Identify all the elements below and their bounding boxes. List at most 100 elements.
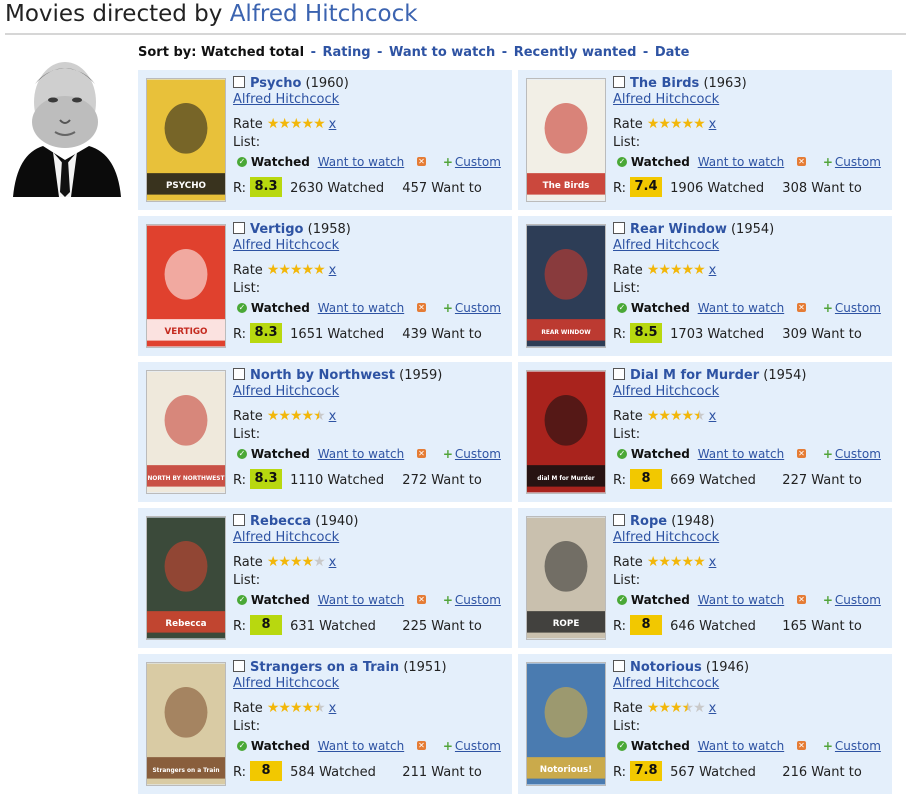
movie-director-link[interactable]: Alfred Hitchcock bbox=[233, 92, 339, 108]
star-filled-icon[interactable]: ★ bbox=[267, 116, 280, 132]
star-rating[interactable]: ★★★★★ bbox=[267, 554, 326, 570]
movie-title-link[interactable]: The Birds bbox=[630, 76, 699, 91]
movie-director-link[interactable]: Alfred Hitchcock bbox=[613, 92, 719, 108]
clear-rating-link[interactable]: x bbox=[329, 117, 337, 132]
watched-button[interactable]: Watched bbox=[631, 155, 690, 169]
star-half-icon[interactable]: ★ bbox=[313, 408, 326, 424]
select-checkbox[interactable] bbox=[613, 76, 625, 88]
custom-list-link[interactable]: Custom bbox=[455, 593, 501, 607]
select-checkbox[interactable] bbox=[233, 222, 245, 234]
star-filled-icon[interactable]: ★ bbox=[278, 262, 291, 278]
clear-rating-link[interactable]: x bbox=[329, 263, 337, 278]
movie-title-link[interactable]: Rope bbox=[630, 514, 667, 529]
star-filled-icon[interactable]: ★ bbox=[693, 116, 706, 132]
star-filled-icon[interactable]: ★ bbox=[647, 408, 660, 424]
want-to-watch-link[interactable]: Want to watch bbox=[698, 593, 785, 607]
custom-list-link[interactable]: Custom bbox=[835, 593, 881, 607]
star-filled-icon[interactable]: ★ bbox=[658, 554, 671, 570]
watched-button[interactable]: Watched bbox=[251, 301, 310, 315]
star-rating[interactable]: ★★★★★ bbox=[267, 700, 326, 716]
watched-button[interactable]: Watched bbox=[631, 447, 690, 461]
want-to-watch-link[interactable]: Want to watch bbox=[318, 301, 405, 315]
movie-title-link[interactable]: Notorious bbox=[630, 660, 702, 675]
remove-icon[interactable]: ✕ bbox=[797, 595, 807, 604]
movie-director-link[interactable]: Alfred Hitchcock bbox=[613, 676, 719, 692]
star-half-icon[interactable]: ★ bbox=[682, 700, 695, 716]
remove-icon[interactable]: ✕ bbox=[417, 595, 427, 604]
star-filled-icon[interactable]: ★ bbox=[267, 262, 280, 278]
want-to-watch-link[interactable]: Want to watch bbox=[698, 301, 785, 315]
want-to-watch-link[interactable]: Want to watch bbox=[318, 739, 405, 753]
star-filled-icon[interactable]: ★ bbox=[670, 700, 683, 716]
watched-button[interactable]: Watched bbox=[251, 739, 310, 753]
movie-director-link[interactable]: Alfred Hitchcock bbox=[613, 530, 719, 546]
star-filled-icon[interactable]: ★ bbox=[693, 554, 706, 570]
movie-poster[interactable]: The Birds bbox=[526, 78, 606, 202]
remove-icon[interactable]: ✕ bbox=[797, 449, 807, 458]
movie-title-link[interactable]: Rebecca bbox=[250, 514, 311, 529]
custom-list-link[interactable]: Custom bbox=[835, 739, 881, 753]
star-filled-icon[interactable]: ★ bbox=[267, 408, 280, 424]
star-filled-icon[interactable]: ★ bbox=[290, 700, 303, 716]
select-checkbox[interactable] bbox=[233, 368, 245, 380]
star-filled-icon[interactable]: ★ bbox=[267, 700, 280, 716]
star-half-icon[interactable]: ★ bbox=[693, 408, 706, 424]
movie-director-link[interactable]: Alfred Hitchcock bbox=[233, 676, 339, 692]
custom-list-link[interactable]: Custom bbox=[455, 447, 501, 461]
custom-list-link[interactable]: Custom bbox=[455, 739, 501, 753]
select-checkbox[interactable] bbox=[613, 660, 625, 672]
sort-option-recently-wanted[interactable]: Recently wanted bbox=[514, 45, 637, 60]
movie-director-link[interactable]: Alfred Hitchcock bbox=[233, 384, 339, 400]
star-filled-icon[interactable]: ★ bbox=[290, 554, 303, 570]
star-filled-icon[interactable]: ★ bbox=[302, 262, 315, 278]
movie-poster[interactable]: PSYCHO bbox=[146, 78, 226, 202]
remove-icon[interactable]: ✕ bbox=[417, 741, 427, 750]
clear-rating-link[interactable]: x bbox=[709, 701, 717, 716]
want-to-watch-link[interactable]: Want to watch bbox=[698, 739, 785, 753]
star-filled-icon[interactable]: ★ bbox=[647, 700, 660, 716]
select-checkbox[interactable] bbox=[613, 514, 625, 526]
star-rating[interactable]: ★★★★★ bbox=[647, 262, 706, 278]
select-checkbox[interactable] bbox=[613, 368, 625, 380]
movie-title-link[interactable]: Strangers on a Train bbox=[250, 660, 399, 675]
star-filled-icon[interactable]: ★ bbox=[313, 262, 326, 278]
custom-list-link[interactable]: Custom bbox=[835, 155, 881, 169]
star-filled-icon[interactable]: ★ bbox=[290, 262, 303, 278]
movie-poster[interactable]: REAR WINDOW bbox=[526, 224, 606, 348]
movie-poster[interactable]: Strangers on a Train bbox=[146, 662, 226, 786]
star-empty-icon[interactable]: ★ bbox=[313, 554, 326, 570]
want-to-watch-link[interactable]: Want to watch bbox=[318, 593, 405, 607]
movie-director-link[interactable]: Alfred Hitchcock bbox=[613, 384, 719, 400]
clear-rating-link[interactable]: x bbox=[709, 555, 717, 570]
star-filled-icon[interactable]: ★ bbox=[647, 116, 660, 132]
star-filled-icon[interactable]: ★ bbox=[682, 554, 695, 570]
star-filled-icon[interactable]: ★ bbox=[267, 554, 280, 570]
select-checkbox[interactable] bbox=[233, 76, 245, 88]
star-rating[interactable]: ★★★★★ bbox=[267, 116, 326, 132]
movie-director-link[interactable]: Alfred Hitchcock bbox=[233, 530, 339, 546]
sort-option-rating[interactable]: Rating bbox=[323, 45, 371, 60]
custom-list-link[interactable]: Custom bbox=[455, 155, 501, 169]
watched-button[interactable]: Watched bbox=[631, 593, 690, 607]
star-filled-icon[interactable]: ★ bbox=[670, 408, 683, 424]
star-filled-icon[interactable]: ★ bbox=[313, 116, 326, 132]
star-filled-icon[interactable]: ★ bbox=[278, 408, 291, 424]
star-rating[interactable]: ★★★★★ bbox=[647, 408, 706, 424]
remove-icon[interactable]: ✕ bbox=[417, 303, 427, 312]
star-filled-icon[interactable]: ★ bbox=[682, 116, 695, 132]
movie-title-link[interactable]: North by Northwest bbox=[250, 368, 395, 383]
star-half-icon[interactable]: ★ bbox=[313, 700, 326, 716]
want-to-watch-link[interactable]: Want to watch bbox=[318, 155, 405, 169]
select-checkbox[interactable] bbox=[613, 222, 625, 234]
watched-button[interactable]: Watched bbox=[631, 301, 690, 315]
movie-poster[interactable]: ROPE bbox=[526, 516, 606, 640]
director-link[interactable]: Alfred Hitchcock bbox=[230, 1, 418, 27]
star-filled-icon[interactable]: ★ bbox=[693, 262, 706, 278]
star-filled-icon[interactable]: ★ bbox=[278, 554, 291, 570]
clear-rating-link[interactable]: x bbox=[709, 117, 717, 132]
clear-rating-link[interactable]: x bbox=[329, 409, 337, 424]
watched-button[interactable]: Watched bbox=[251, 593, 310, 607]
custom-list-link[interactable]: Custom bbox=[835, 447, 881, 461]
star-filled-icon[interactable]: ★ bbox=[302, 116, 315, 132]
remove-icon[interactable]: ✕ bbox=[797, 303, 807, 312]
